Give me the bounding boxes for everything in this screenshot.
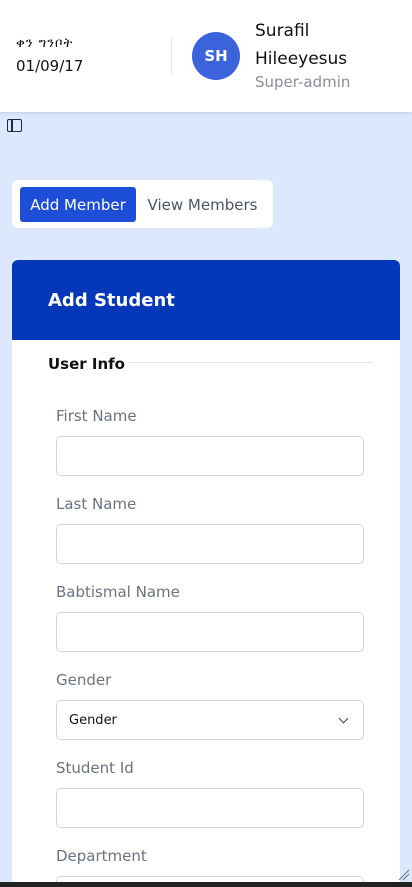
date-label: ቀን ግንቦት <box>16 36 74 51</box>
user-role: Super-admin <box>255 73 351 91</box>
department-label: Department <box>56 847 147 865</box>
chevron-down-icon <box>338 713 349 724</box>
bottom-bar <box>0 882 412 887</box>
date-block: ቀን ግንቦት 01/09/17 <box>16 36 83 75</box>
section-divider <box>128 362 372 363</box>
card-header: Add Student <box>12 260 400 340</box>
last-name-label: Last Name <box>56 495 137 513</box>
user-name: Surafil Hileeyesus <box>255 21 348 69</box>
tab-add-member[interactable]: Add Member <box>20 187 136 222</box>
avatar[interactable]: SH <box>192 32 240 80</box>
date-value: 01/09/17 <box>16 57 84 75</box>
first-name-field[interactable] <box>56 436 364 476</box>
header-divider <box>171 37 172 75</box>
last-name-field[interactable] <box>56 524 364 564</box>
babtismal-name-field[interactable] <box>56 612 364 652</box>
first-name-label: First Name <box>56 407 137 425</box>
section-title: User Info <box>48 355 125 373</box>
gender-select[interactable]: Gender <box>56 700 364 740</box>
student-id-label: Student Id <box>56 759 134 777</box>
resize-handle-icon[interactable] <box>398 869 410 881</box>
gender-select-value: Gender <box>69 712 117 728</box>
babtismal-name-label: Babtismal Name <box>56 583 180 601</box>
gender-label: Gender <box>56 671 112 689</box>
add-student-card: Add Student User Info First Name Last Na… <box>12 260 400 887</box>
sidebar-toggle-icon[interactable] <box>7 119 22 132</box>
top-bar: ቀን ግንቦት 01/09/17 SH Surafil Hileeyesus S… <box>0 0 412 112</box>
tab-view-members[interactable]: View Members <box>140 187 265 222</box>
student-id-field[interactable] <box>56 788 364 828</box>
member-tabs: Add Member View Members <box>12 180 273 228</box>
card-title: Add Student <box>48 289 175 311</box>
